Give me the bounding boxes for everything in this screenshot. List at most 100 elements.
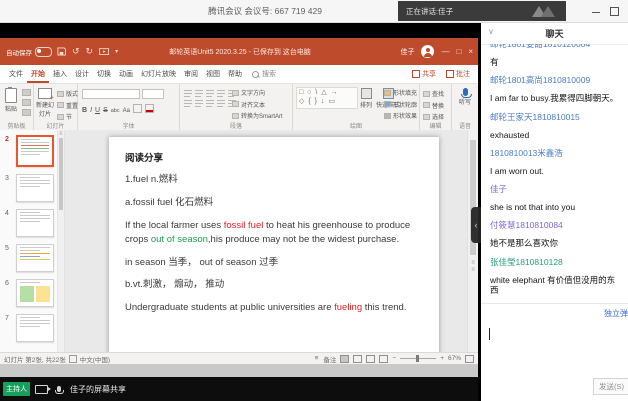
justify-button[interactable]: [217, 99, 226, 107]
arrange-icon: [361, 88, 372, 99]
underline-button[interactable]: U: [95, 107, 100, 114]
font-size-select[interactable]: [142, 89, 164, 99]
undo-icon[interactable]: ↺: [72, 46, 80, 57]
new-slide-button[interactable]: 新建幻灯片: [35, 88, 55, 118]
arrange-button[interactable]: 排列: [355, 88, 377, 109]
toggle-off-icon: [35, 47, 52, 57]
align-right-button[interactable]: [206, 99, 215, 107]
find-button[interactable]: 查找: [423, 89, 444, 98]
bullets-button[interactable]: [184, 89, 193, 97]
chevron-down-icon[interactable]: ∨: [488, 27, 494, 36]
italic-button[interactable]: I: [90, 107, 92, 114]
redo-icon[interactable]: ↻: [86, 46, 94, 57]
reading-view-icon[interactable]: [366, 355, 375, 363]
zoom-out-button[interactable]: −: [392, 355, 396, 362]
ppt-titlebar: 自动保存 ↺ ↻ ▾ 邮轮英语Unit5 2020.3.25 - 已保存到 这台…: [0, 38, 478, 65]
section-button[interactable]: 节: [57, 112, 78, 121]
dictate-button[interactable]: 听写: [452, 88, 478, 106]
ribbon-tab-幻灯片放映[interactable]: 幻灯片放映: [137, 66, 180, 83]
current-slide[interactable]: 阅读分享 1.fuel n.燃料a.fossil fuel 化石燃料If the…: [109, 137, 439, 352]
paste-button[interactable]: 粘贴: [2, 88, 20, 113]
text-direction-button[interactable]: 文字方向: [232, 88, 283, 97]
bold-button[interactable]: B: [82, 107, 87, 114]
search-icon: [252, 71, 259, 78]
shape-outline-button[interactable]: 形状轮廓: [384, 100, 417, 109]
strikethrough-button[interactable]: S: [103, 107, 108, 114]
change-case-button[interactable]: Aa: [123, 108, 130, 114]
group-label: 段落: [180, 121, 292, 130]
smartart-button[interactable]: 转换为SmartArt: [232, 111, 283, 120]
collapse-chat-handle[interactable]: ‹: [471, 207, 481, 243]
select-button[interactable]: 选择: [423, 112, 444, 121]
ppt-restore-icon[interactable]: □: [456, 48, 461, 56]
ribbon-tab-动画[interactable]: 动画: [115, 66, 137, 83]
zoom-in-button[interactable]: +: [440, 355, 444, 362]
mic-icon[interactable]: [57, 386, 61, 392]
slide-thumbnail-6[interactable]: 6: [16, 279, 54, 307]
camera-icon[interactable]: [35, 385, 48, 394]
comments-button[interactable]: 批注: [446, 69, 470, 79]
ribbon-tab-帮助[interactable]: 帮助: [224, 66, 246, 83]
chat-input[interactable]: [481, 318, 628, 378]
normal-view-icon[interactable]: [340, 355, 349, 363]
slide-thumbnail-4[interactable]: 4: [16, 209, 54, 237]
ribbon-tab-开始[interactable]: 开始: [27, 66, 49, 83]
chat-message-list[interactable]: 邮轮1801姜甜1810120004有邮轮1801高尚1810810009I a…: [481, 44, 628, 303]
copy-icon[interactable]: [22, 99, 31, 106]
ribbon-tab-插入[interactable]: 插入: [49, 66, 71, 83]
slideshow-icon[interactable]: [99, 48, 109, 56]
format-painter-icon[interactable]: [22, 109, 31, 116]
thumbnail-scrollbar[interactable]: ≡: [57, 130, 64, 352]
notes-toggle[interactable]: 备注: [323, 354, 336, 364]
account-avatar[interactable]: [421, 45, 434, 58]
save-icon[interactable]: [57, 47, 66, 56]
zoom-slider[interactable]: [400, 358, 436, 359]
screen-share-region: 自动保存 ↺ ↻ ▾ 邮轮英语Unit5 2020.3.25 - 已保存到 这台…: [0, 22, 478, 401]
layout-button[interactable]: 版式: [57, 89, 78, 98]
slide-thumbnail-7[interactable]: 7: [16, 314, 54, 342]
char-spacing-button[interactable]: abc: [111, 108, 120, 114]
minimize-icon[interactable]: [592, 12, 600, 13]
ppt-close-icon[interactable]: ×: [468, 48, 473, 56]
ribbon-tab-设计[interactable]: 设计: [71, 66, 93, 83]
slide-sorter-view-icon[interactable]: [353, 355, 362, 363]
shape-fill-button[interactable]: 形状填充: [384, 88, 417, 97]
share-button[interactable]: 共享: [412, 69, 436, 79]
cut-icon[interactable]: [22, 89, 31, 96]
slide-text-line: Undergraduate students at public univers…: [125, 301, 423, 315]
language-indicator[interactable]: 中文(中国): [80, 354, 110, 364]
reset-button[interactable]: 重置: [57, 101, 78, 110]
font-name-select[interactable]: [82, 89, 140, 99]
increase-indent-button[interactable]: [217, 89, 226, 97]
ribbon-tab-文件[interactable]: 文件: [5, 66, 27, 83]
autosave-toggle[interactable]: 自动保存: [0, 47, 52, 57]
clipboard-icon: [5, 88, 17, 103]
ribbon-tab-视图[interactable]: 视图: [202, 66, 224, 83]
slide-thumbnail-3[interactable]: 3: [16, 174, 54, 202]
font-color-button[interactable]: [145, 104, 154, 113]
chat-title: 聊天: [545, 27, 563, 40]
quick-access-dropdown-icon[interactable]: ▾: [115, 48, 118, 55]
ribbon-tab-审阅[interactable]: 审阅: [180, 66, 202, 83]
fit-to-window-icon[interactable]: [465, 355, 474, 363]
align-left-button[interactable]: [184, 99, 193, 107]
zoom-level[interactable]: 67%: [448, 355, 461, 362]
replace-button[interactable]: 替换: [423, 101, 444, 110]
send-button[interactable]: 发送(S)▾: [593, 378, 628, 395]
slide-text-line: in season 当季， out of season 过季: [125, 256, 423, 270]
ribbon-tab-切换[interactable]: 切换: [93, 66, 115, 83]
meeting-title: 腾讯会议 会议号: 667 719 429: [150, 5, 380, 17]
slideshow-view-icon[interactable]: [379, 355, 388, 363]
slide-thumbnail-2[interactable]: 2: [16, 135, 54, 167]
ppt-minimize-icon[interactable]: —: [441, 48, 449, 56]
slide-thumbnail-5[interactable]: 5: [16, 244, 54, 272]
align-text-button[interactable]: 对齐文本: [232, 100, 283, 109]
numbering-button[interactable]: [195, 89, 204, 97]
maximize-icon[interactable]: [610, 7, 619, 16]
highlight-color-button[interactable]: [133, 104, 142, 113]
shape-gallery[interactable]: □ ○ \ △ → ◇ { } ↓ ▭: [296, 87, 358, 109]
search-box[interactable]: 搜索: [252, 69, 276, 79]
decrease-indent-button[interactable]: [206, 89, 215, 97]
align-center-button[interactable]: [195, 99, 204, 107]
shape-effects-button[interactable]: 形状效果: [384, 111, 417, 120]
